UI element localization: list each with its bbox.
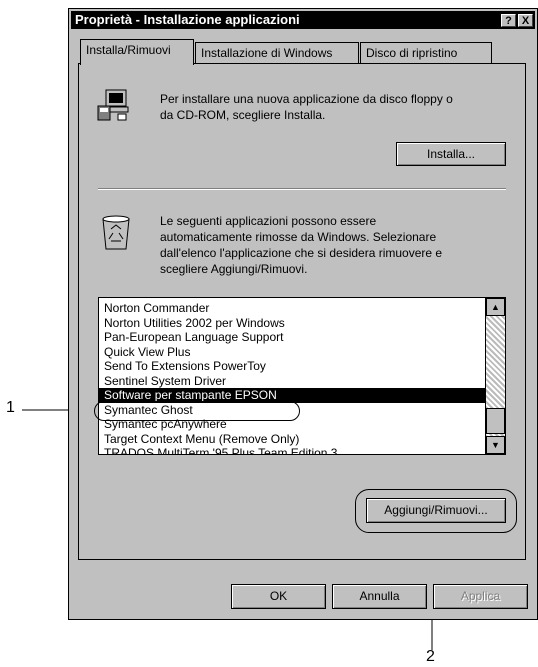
scroll-up-button[interactable]: ▲	[486, 298, 505, 316]
callout-2-label: 2	[426, 648, 435, 665]
cancel-button-label: Annulla	[359, 589, 400, 603]
selected-item-highlight-oval	[94, 401, 300, 421]
install-button-label: Installa...	[426, 147, 476, 161]
list-item[interactable]: TRADOS MultiTerm '95 Plus Team Edition 3	[99, 446, 505, 454]
install-line-1: Per installare una nuova applicazione da…	[160, 92, 453, 106]
list-item[interactable]: Pan-European Language Support	[99, 330, 505, 345]
recycle-bin-icon	[102, 215, 130, 250]
install-computer-icon	[97, 89, 129, 121]
add-remove-button[interactable]: Aggiungi/Rimuovi...	[366, 498, 506, 523]
add-remove-button-label: Aggiungi/Rimuovi...	[384, 503, 488, 517]
list-item[interactable]: Target Context Menu (Remove Only)	[99, 432, 505, 447]
tab-install-remove-label: Installa/Rimuovi	[86, 43, 171, 57]
remove-line-3: dall'elenco l'applicazione che si deside…	[160, 246, 443, 260]
ok-button-label: OK	[269, 589, 288, 603]
install-button[interactable]: Installa...	[396, 142, 506, 166]
remove-line-2: automaticamente rimosse da Windows. Sele…	[160, 230, 437, 244]
list-item[interactable]: Quick View Plus	[99, 345, 505, 360]
list-item[interactable]: Sentinel System Driver	[99, 374, 505, 389]
tab-startup-disk-label: Disco di ripristino	[366, 46, 458, 60]
title-bar: Proprietà - Installazione applicazioni ?…	[71, 11, 535, 29]
scroll-down-button[interactable]: ▼	[486, 436, 505, 454]
list-item[interactable]: Norton Utilities 2002 per Windows	[99, 316, 505, 331]
close-button[interactable]: X	[518, 14, 533, 27]
list-item[interactable]: Norton Commander	[99, 301, 505, 316]
apply-button-label: Applica	[460, 589, 501, 603]
window-title: Proprietà - Installazione applicazioni	[75, 12, 300, 27]
callout-1-label: 1	[6, 399, 15, 416]
help-button[interactable]: ?	[501, 14, 516, 27]
remove-line-1: Le seguenti applicazioni possono essere	[160, 214, 377, 228]
section-divider	[98, 188, 506, 190]
list-scrollbar[interactable]: ▲ ▼	[485, 298, 505, 454]
list-item[interactable]: Send To Extensions PowerToy	[99, 359, 505, 374]
tab-windows-setup[interactable]: Installazione di Windows	[195, 42, 359, 64]
install-line-2: da CD-ROM, scegliere Installa.	[160, 108, 326, 122]
application-list[interactable]: Norton Commander Norton Utilities 2002 p…	[98, 297, 506, 455]
tab-windows-setup-label: Installazione di Windows	[201, 46, 333, 60]
tab-install-remove[interactable]: Installa/Rimuovi	[80, 39, 194, 65]
remove-line-4: scegliere Aggiungi/Rimuovi.	[160, 262, 308, 276]
apply-button[interactable]: Applica	[433, 584, 528, 609]
scroll-thumb[interactable]	[486, 408, 505, 434]
tab-startup-disk[interactable]: Disco di ripristino	[360, 42, 492, 64]
cancel-button[interactable]: Annulla	[332, 584, 427, 609]
ok-button[interactable]: OK	[231, 584, 326, 609]
